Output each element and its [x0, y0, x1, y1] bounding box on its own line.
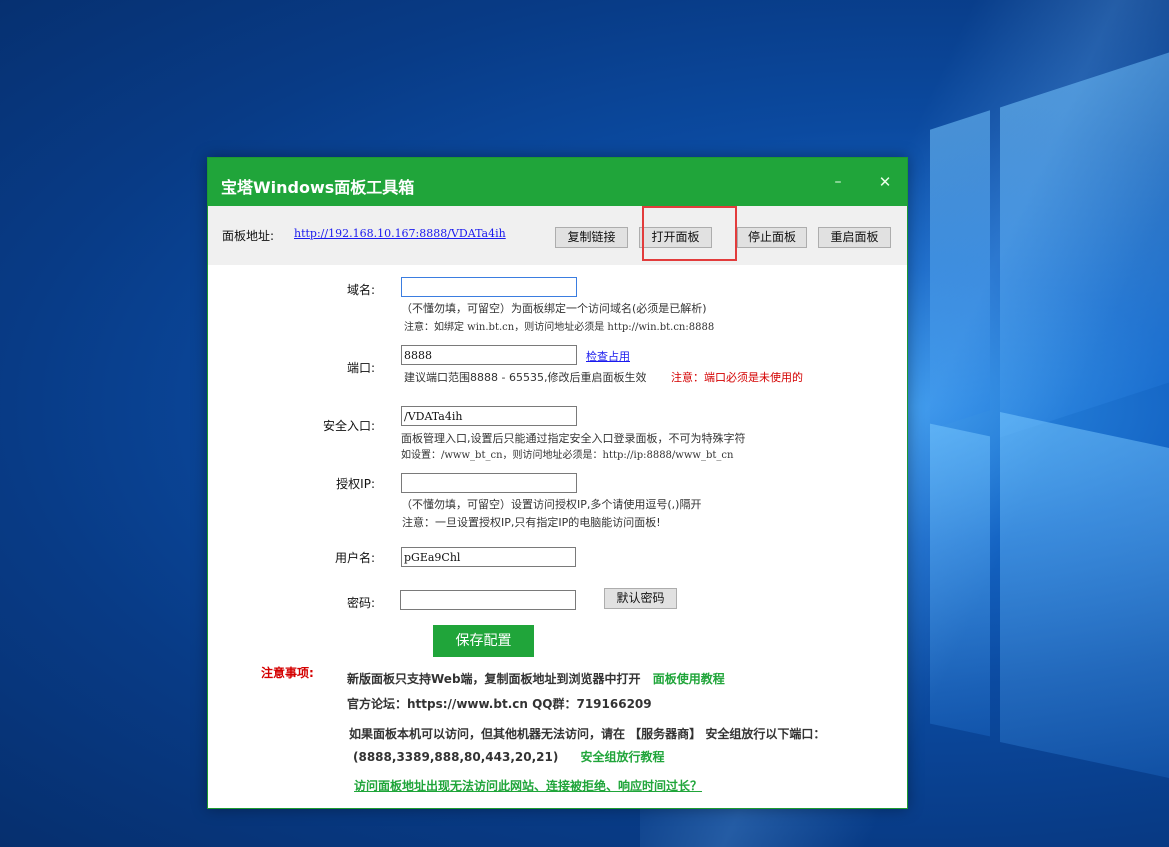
desktop-logo-pane	[930, 110, 990, 430]
window-title: 宝塔Windows面板工具箱	[221, 178, 415, 197]
title-bar[interactable]: 宝塔Windows面板工具箱 – ✕	[208, 158, 907, 206]
auth-ip-hint: （不懂勿填，可留空）设置访问授权IP,多个请使用逗号(,)隔开	[401, 498, 702, 511]
desktop-logo-pane	[930, 423, 990, 737]
desktop-logo-pane	[1000, 52, 1169, 438]
security-entry-input[interactable]	[401, 406, 577, 426]
port-warning: 注意：端口必须是未使用的	[671, 371, 803, 384]
port-label: 端口:	[346, 361, 375, 375]
copy-link-button[interactable]: 复制链接	[555, 227, 628, 248]
domain-hint: （不懂勿填，可留空）为面板绑定一个访问域名(必须是已解析)	[401, 302, 707, 315]
save-config-button[interactable]: 保存配置	[433, 625, 534, 657]
notice-line-web: 新版面板只支持Web端，复制面板地址到浏览器中打开 面板使用教程	[347, 670, 725, 687]
notice-ports: (8888,3389,888,80,443,20,21)	[353, 750, 559, 764]
password-input[interactable]	[400, 590, 576, 610]
security-entry-note: 如设置：/www_bt_cn，则访问地址必须是：http://ip:8888/w…	[401, 450, 734, 461]
restart-panel-button[interactable]: 重启面板	[818, 227, 891, 248]
domain-input[interactable]	[401, 277, 577, 297]
default-password-button[interactable]: 默认密码	[604, 588, 677, 609]
security-group-tutorial-link[interactable]: 安全组放行教程	[581, 750, 665, 764]
troubleshoot-link[interactable]: 访问面板地址出现无法访问此网站、连接被拒绝、响应时间过长？	[354, 777, 702, 794]
domain-label: 域名:	[346, 283, 375, 297]
notice-title: 注意事项:	[261, 666, 314, 680]
auth-ip-note: 注意：一旦设置授权IP,只有指定IP的电脑能访问面板!	[402, 516, 661, 529]
notice-security-group: 如果面板本机可以访问，但其他机器无法访问，请在 【服务器商】 安全组放行以下端口…	[349, 727, 826, 741]
stop-panel-button[interactable]: 停止面板	[737, 227, 807, 248]
panel-address-label: 面板地址:	[222, 229, 275, 243]
notice-forum-qq: 官方论坛：https://www.bt.cn QQ群：719166209	[347, 697, 652, 711]
username-label: 用户名:	[334, 551, 375, 565]
notice-web-text: 新版面板只支持Web端，复制面板地址到浏览器中打开	[347, 672, 641, 686]
port-input[interactable]	[401, 345, 577, 365]
panel-address-link[interactable]: http://192.168.10.167:8888/VDATa4ih	[294, 227, 506, 240]
highlight-box	[642, 206, 737, 261]
close-icon[interactable]: ✕	[873, 170, 897, 194]
domain-note: 注意：如绑定 win.bt.cn，则访问地址必须是 http://win.bt.…	[404, 322, 715, 333]
security-entry-hint: 面板管理入口,设置后只能通过指定安全入口登录面板，不可为特殊字符	[401, 432, 746, 445]
notice-ports-line: (8888,3389,888,80,443,20,21) 安全组放行教程	[353, 748, 665, 765]
security-entry-label: 安全入口:	[322, 419, 375, 433]
auth-ip-label: 授权IP:	[336, 477, 375, 491]
password-label: 密码:	[346, 596, 375, 610]
toolbox-window: 宝塔Windows面板工具箱 – ✕ 面板地址: http://192.168.…	[207, 157, 908, 809]
check-port-link[interactable]: 检查占用	[586, 348, 630, 364]
address-bar: 面板地址: http://192.168.10.167:8888/VDATa4i…	[208, 206, 907, 265]
minimize-icon[interactable]: –	[826, 170, 850, 194]
panel-tutorial-link[interactable]: 面板使用教程	[653, 672, 725, 686]
desktop-logo-pane	[1000, 412, 1169, 778]
auth-ip-input[interactable]	[401, 473, 577, 493]
port-hint: 建议端口范围8888 - 65535,修改后重启面板生效	[404, 371, 647, 384]
username-input[interactable]	[401, 547, 576, 567]
